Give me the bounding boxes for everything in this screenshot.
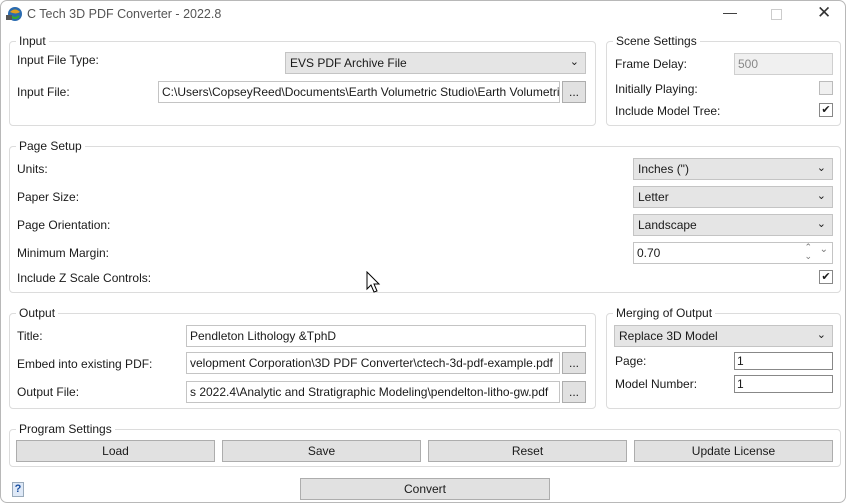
output-file-label: Output File: (17, 385, 80, 399)
update-license-button[interactable]: Update License (634, 440, 833, 462)
embed-browse-button[interactable]: ... (562, 352, 586, 374)
minimize-button[interactable]: — (723, 4, 737, 20)
input-file-type-label: Input File Type: (17, 53, 99, 67)
frame-delay-label: Frame Delay: (615, 57, 688, 71)
embed-label: Embed into existing PDF: (17, 357, 153, 371)
spin-arrows-icon[interactable]: ⌃ ⌄ (804, 243, 812, 261)
mouse-cursor-icon (366, 271, 381, 293)
input-file-field[interactable]: C:\Users\CopseyReed\Documents\Earth Volu… (158, 81, 560, 103)
input-file-type-dropdown[interactable]: EVS PDF Archive File ⌄ (285, 52, 586, 74)
margin-spinbox[interactable]: 0.70 ⌃ ⌄ ⌄ (633, 242, 833, 264)
model-number-field[interactable]: 1 (734, 375, 833, 393)
initially-playing-checkbox[interactable] (819, 81, 833, 95)
output-legend: Output (16, 306, 59, 320)
app-window: C Tech 3D PDF Converter - 2022.8 — ✕ Inp… (0, 0, 846, 503)
input-browse-button[interactable]: ... (562, 81, 586, 103)
model-tree-checkbox[interactable]: ✔ (819, 103, 833, 117)
reset-button[interactable]: Reset (428, 440, 627, 462)
load-button[interactable]: Load (16, 440, 215, 462)
chevron-down-icon: ⌄ (816, 329, 826, 341)
margin-label: Minimum Margin: (17, 246, 110, 260)
scene-legend: Scene Settings (613, 34, 700, 48)
merge-page-label: Page: (615, 354, 647, 368)
help-icon[interactable]: ? (12, 482, 24, 497)
close-button[interactable]: ✕ (817, 3, 831, 23)
zscale-checkbox[interactable]: ✔ (819, 270, 833, 284)
embed-field[interactable]: velopment Corporation\3D PDF Converter\c… (186, 352, 560, 374)
convert-button[interactable]: Convert (300, 478, 550, 500)
chevron-down-icon: ⌄ (816, 218, 826, 230)
orientation-value: Landscape (638, 218, 697, 232)
program-legend: Program Settings (16, 422, 115, 436)
page-setup-legend: Page Setup (16, 139, 85, 153)
units-label: Units: (17, 162, 48, 176)
paper-size-dropdown[interactable]: Letter ⌄ (633, 186, 833, 208)
save-button[interactable]: Save (222, 440, 421, 462)
units-value: Inches (") (638, 162, 689, 176)
zscale-label: Include Z Scale Controls: (17, 271, 152, 285)
margin-value: 0.70 (637, 246, 661, 260)
paper-size-value: Letter (638, 190, 669, 204)
model-tree-label: Include Model Tree: (615, 104, 721, 118)
input-file-type-value: EVS PDF Archive File (290, 56, 407, 70)
merge-page-field[interactable]: 1 (734, 352, 833, 370)
orientation-label: Page Orientation: (17, 218, 111, 232)
input-legend: Input (16, 34, 49, 48)
chevron-down-icon: ⌄ (569, 56, 579, 68)
output-title-label: Title: (17, 329, 43, 343)
chevron-down-icon: ⌄ (816, 162, 826, 174)
output-browse-button[interactable]: ... (562, 381, 586, 403)
model-number-label: Model Number: (615, 377, 698, 391)
chevron-down-icon: ⌄ (816, 190, 826, 202)
merging-mode-dropdown[interactable]: Replace 3D Model ⌄ (614, 325, 833, 347)
merging-mode-value: Replace 3D Model (619, 329, 718, 343)
app-globe-icon (6, 7, 22, 21)
initially-playing-label: Initially Playing: (615, 82, 698, 96)
input-file-label: Input File: (17, 85, 70, 99)
output-title-field[interactable]: Pendleton Lithology &TphD (186, 325, 586, 347)
orientation-dropdown[interactable]: Landscape ⌄ (633, 214, 833, 236)
window-title: C Tech 3D PDF Converter - 2022.8 (27, 7, 222, 21)
units-dropdown[interactable]: Inches (") ⌄ (633, 158, 833, 180)
output-file-field[interactable]: s 2022.4\Analytic and Stratigraphic Mode… (186, 381, 560, 403)
maximize-button[interactable] (771, 9, 782, 20)
merging-legend: Merging of Output (613, 306, 716, 320)
paper-size-label: Paper Size: (17, 190, 80, 204)
chevron-down-icon[interactable]: ⌄ (820, 244, 828, 255)
frame-delay-field[interactable]: 500 (734, 53, 833, 75)
